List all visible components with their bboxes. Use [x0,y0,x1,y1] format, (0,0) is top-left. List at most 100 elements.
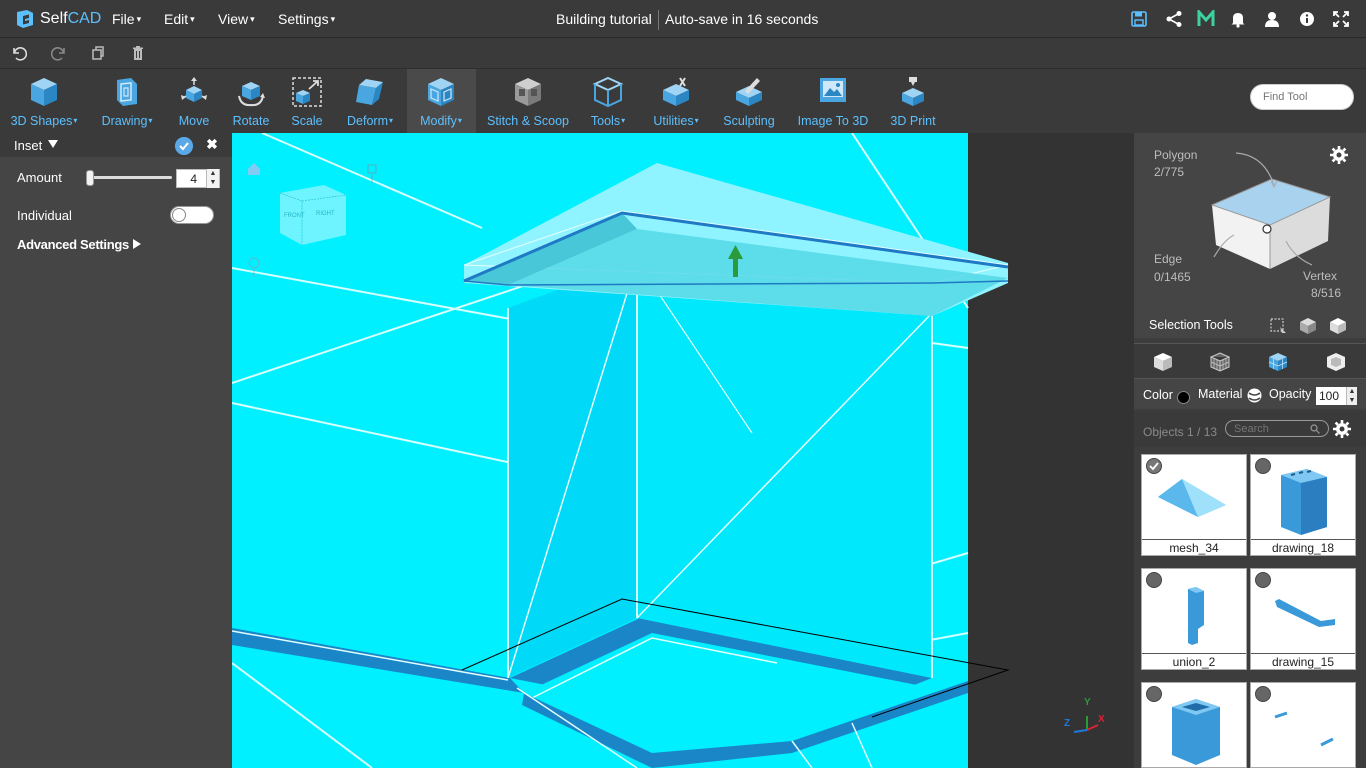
logo-text-prefix: Self [40,10,68,27]
toggle-knob [172,208,186,222]
copy-icon[interactable] [90,45,106,61]
caret-down-icon[interactable] [48,140,58,148]
object-card-drawing-15[interactable]: drawing_15 [1250,568,1356,670]
logo-text-suffix: CAD [67,10,102,27]
view-cube-right-label: RIGHT [316,211,335,217]
3d-viewport[interactable]: FRONT RIGHT Y X Z [232,133,1134,768]
tool-utilities-label: Utilities [653,114,698,128]
image-to-3d-icon [820,78,846,102]
vertex-count: 8/516 [1311,286,1342,300]
tool-tools-label: Tools [591,114,625,128]
close-icon[interactable]: ✖ [205,136,219,152]
material-sphere-icon[interactable] [1247,388,1262,403]
edge-label[interactable]: Edge [1154,252,1182,266]
tool-3d-shapes-label: 3D Shapes [11,114,78,128]
tool-utilities[interactable]: Utilities [648,69,704,133]
viewport-scene[interactable]: FRONT RIGHT Y X Z [232,133,1134,768]
unselected-check-icon[interactable] [1146,572,1162,588]
individual-toggle[interactable] [170,206,214,224]
trash-icon[interactable] [130,45,146,61]
polygon-label[interactable]: Polygon [1154,148,1197,162]
inset-panel-title[interactable]: Inset [14,138,42,153]
document-title[interactable]: Building tutorial [556,11,652,27]
unselected-check-icon[interactable] [1255,458,1271,474]
tool-modify[interactable]: Modify [414,69,468,133]
search-icon[interactable] [1310,424,1320,434]
tool-tools[interactable]: Tools [586,69,630,133]
sculpting-icon [736,78,762,106]
objects-count-label: Objects 1 / 13 [1143,425,1218,439]
m-brand-icon[interactable] [1197,10,1215,28]
axis-x-label: X [1098,714,1105,725]
advanced-settings-toggle[interactable]: Advanced Settings [17,237,129,252]
opacity-input[interactable]: 100 [1316,387,1346,405]
object-card-6[interactable] [1250,682,1356,768]
fullscreen-icon[interactable] [1332,10,1350,28]
objects-settings-gear-icon[interactable] [1333,420,1351,438]
unselected-check-icon[interactable] [1255,572,1271,588]
tool-image-to-3d[interactable]: Image To 3D [796,69,870,133]
object-view-tabs [1134,343,1366,379]
tool-drawing[interactable]: Drawing [98,69,156,133]
object-properties-row: Color Material Opacity 100 ▲ ▼ [1134,379,1366,409]
share-icon[interactable] [1165,10,1183,28]
select-connected-icon[interactable] [1298,317,1318,335]
tool-rotate-label: Rotate [232,114,270,128]
menu-file[interactable]: File [112,11,141,27]
object-name: union_2 [1142,653,1246,669]
unselected-check-icon[interactable] [1255,686,1271,702]
bell-icon[interactable] [1229,10,1247,28]
solid-cube-tab-icon[interactable] [1153,352,1173,372]
caret-right-icon[interactable] [133,239,141,249]
menu-view[interactable]: View [218,11,255,27]
amount-stepper[interactable]: ▲ ▼ [206,169,219,188]
object-name: drawing_15 [1251,653,1355,669]
blue-cube-tab-icon[interactable] [1268,352,1288,372]
unselected-check-icon[interactable] [1146,686,1162,702]
object-card-5[interactable] [1141,682,1247,768]
history-bar [0,38,1366,69]
undo-icon[interactable] [11,45,27,61]
opacity-label: Opacity [1269,387,1312,401]
tool-deform[interactable]: Deform [343,69,397,133]
tool-scale[interactable]: Scale [288,69,326,133]
tool-move-label: Move [178,114,210,128]
tool-deform-label: Deform [347,114,393,128]
tool-sculpting-label: Sculpting [723,114,775,128]
object-card-union-2[interactable]: union_2 [1141,568,1247,670]
tool-3d-shapes[interactable]: 3D Shapes [10,69,78,133]
amount-slider-thumb[interactable] [86,170,94,186]
selected-check-icon[interactable] [1146,458,1162,474]
autosave-status: Auto-save in 16 seconds [665,11,819,27]
info-icon[interactable] [1298,10,1316,28]
menu-settings[interactable]: Settings [278,11,335,27]
color-swatch[interactable] [1177,391,1190,404]
selection-cube-diagram[interactable] [1194,145,1344,275]
tool-rotate[interactable]: Rotate [230,69,272,133]
hex-cube-tab-icon[interactable] [1326,352,1346,372]
find-tool-input[interactable] [1250,84,1354,110]
material-label: Material [1198,387,1243,401]
tool-stitch-scoop[interactable]: Stitch & Scoop [486,69,570,133]
tool-3d-print[interactable]: 3D Print [887,69,939,133]
object-card-drawing-18[interactable]: drawing_18 [1250,454,1356,556]
confirm-check-icon[interactable] [175,137,193,155]
edge-count: 0/1465 [1154,270,1191,284]
amount-slider-track[interactable] [88,176,172,179]
amount-label: Amount [17,170,62,185]
wireframe-cube-tab-icon[interactable] [1210,352,1230,372]
view-cube: FRONT RIGHT [279,185,347,245]
tool-image-to-3d-label: Image To 3D [797,114,869,128]
opacity-stepper[interactable]: ▲ ▼ [1346,387,1357,405]
select-all-icon[interactable] [1328,317,1348,335]
user-icon[interactable] [1263,10,1281,28]
tool-sculpting[interactable]: Sculpting [722,69,776,133]
object-card-mesh-34[interactable]: mesh_34 [1141,454,1247,556]
save-icon[interactable] [1130,10,1148,28]
menu-edit[interactable]: Edit [164,11,195,27]
redo-icon[interactable] [51,45,67,61]
printer-icon [902,77,924,106]
tool-move[interactable]: Move [174,69,214,133]
selfcad-logo[interactable]: SelfCAD [14,8,101,30]
box-select-icon[interactable] [1269,317,1287,335]
